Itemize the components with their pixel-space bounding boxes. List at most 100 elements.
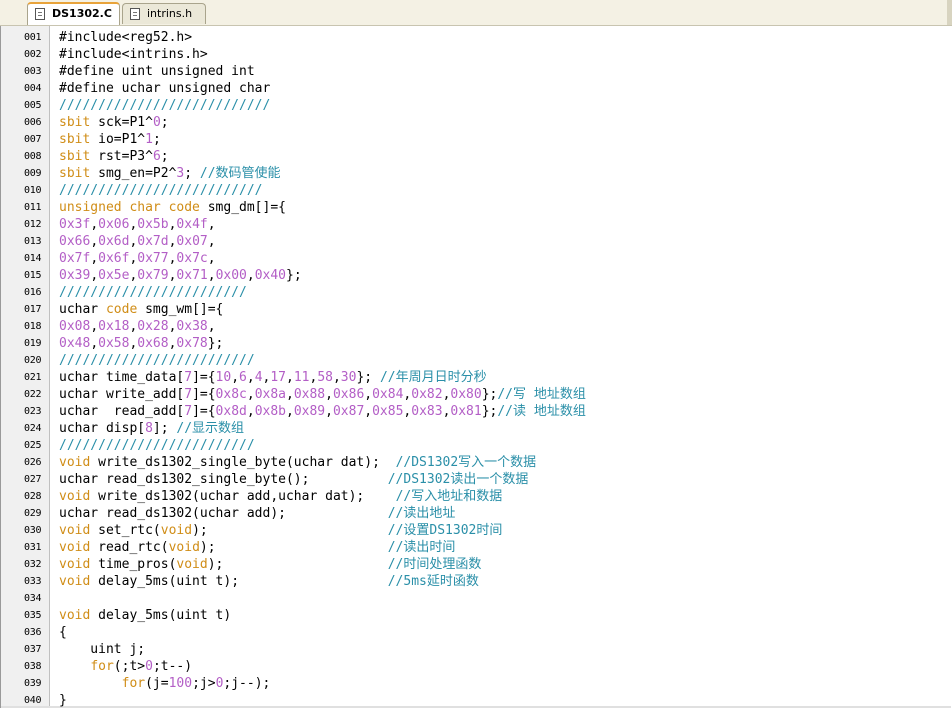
keyword-token: unsigned char code: [59, 200, 200, 215]
code-line[interactable]: 015 0x39,0x5e,0x79,0x71,0x00,0x40};: [1, 267, 951, 284]
code-text: #include<intrins.h>: [59, 46, 208, 63]
number-token: 0x39: [59, 268, 91, 283]
line-number: 022: [24, 389, 42, 400]
code-line[interactable]: 017 uchar code smg_wm[]={: [1, 301, 951, 318]
code-token: ;: [160, 115, 169, 130]
code-line[interactable]: 023 uchar read_add[7]={0x8d,0x8b,0x89,0x8…: [1, 403, 951, 420]
number-token: 0x68: [137, 336, 169, 351]
comment-token: /////////////////////////: [59, 438, 255, 453]
line-number: 019: [24, 338, 42, 349]
code-line[interactable]: 034: [1, 590, 951, 607]
number-token: 0x8a: [254, 387, 286, 402]
code-token: ,: [90, 251, 99, 266]
code-line[interactable]: 019 0x48,0x58,0x68,0x78};: [1, 335, 951, 352]
code-line[interactable]: 033 void delay_5ms(uint t); //5ms延时函数: [1, 573, 951, 590]
number-token: 0x80: [450, 387, 482, 402]
code-token: }: [59, 693, 67, 708]
line-number: 002: [24, 49, 42, 60]
code-line[interactable]: 027 uchar read_ds1302_single_byte(); //DS…: [1, 471, 951, 488]
code-line[interactable]: 029 uchar read_ds1302(uchar add); //读出地址: [1, 505, 951, 522]
keyword-token: void: [59, 557, 91, 572]
code-line[interactable]: 004 #define uchar unsigned char: [1, 80, 951, 97]
comment-token: //写 地址数组: [497, 387, 586, 402]
code-token: };: [481, 404, 498, 419]
code-line[interactable]: 025 /////////////////////////: [1, 437, 951, 454]
line-number: 001: [24, 32, 42, 43]
code-token: ;j--);: [223, 676, 271, 691]
code-line[interactable]: 026 void write_ds1302_single_byte(uchar d…: [1, 454, 951, 471]
tab-ds1302-c[interactable]: DS1302.C: [27, 2, 120, 25]
code-line[interactable]: 021 uchar time_data[7]={10,6,4,17,11,58,3…: [1, 369, 951, 386]
code-token: ;t--): [152, 659, 193, 674]
number-token: 0x84: [372, 387, 404, 402]
code-token: {: [59, 625, 67, 640]
number-token: 0x40: [254, 268, 287, 283]
tab-intrins-h[interactable]: intrins.h: [122, 3, 206, 24]
code-token: ,: [231, 370, 240, 385]
code-line[interactable]: 010 //////////////////////////: [1, 182, 951, 199]
code-line[interactable]: 022 uchar write_add[7]={0x8c,0x8a,0x88,0x…: [1, 386, 951, 403]
code-line[interactable]: 031 void read_rtc(void); //读出时间: [1, 539, 951, 556]
line-number: 037: [24, 644, 42, 655]
tab-label: DS1302.C: [52, 7, 112, 20]
code-line[interactable]: 005 ///////////////////////////: [1, 97, 951, 114]
code-line[interactable]: 006 sbit sck=P1^0;: [1, 114, 951, 131]
code-line[interactable]: 016 ////////////////////////: [1, 284, 951, 301]
code-line[interactable]: 028 void write_ds1302(uchar add,uchar dat…: [1, 488, 951, 505]
code-line[interactable]: 040}: [1, 692, 951, 709]
code-line[interactable]: 012 0x3f,0x06,0x5b,0x4f,: [1, 216, 951, 233]
code-line[interactable]: 008 sbit rst=P3^6;: [1, 148, 951, 165]
line-number: 012: [24, 219, 42, 230]
code-line[interactable]: 038 for(;t>0;t--): [1, 658, 951, 675]
code-line[interactable]: 007 sbit io=P1^1;: [1, 131, 951, 148]
code-editor[interactable]: 001 #include<reg52.h> 002 #include<intrins.…: [0, 26, 951, 708]
code-line[interactable]: 018 0x08,0x18,0x28,0x38,: [1, 318, 951, 335]
code-text: void set_rtc(void); //设置DS1302时间: [59, 522, 502, 539]
code-text: for(j=100;j>0;j--);: [59, 675, 271, 692]
code-token: write_ds1302_single_byte(uchar dat);: [90, 455, 396, 470]
line-number: 007: [24, 134, 42, 145]
code-text: /////////////////////////: [59, 437, 255, 454]
line-number: 029: [24, 508, 42, 519]
code-token: delay_5ms(uint t): [90, 608, 232, 623]
code-line[interactable]: 002 #include<intrins.h>: [1, 46, 951, 63]
code-line[interactable]: 001 #include<reg52.h>: [1, 29, 951, 46]
code-token: ;: [160, 149, 169, 164]
comment-token: //DS1302读出一个数据: [387, 472, 529, 487]
code-line[interactable]: 024 uchar disp[8]; //显示数组: [1, 420, 951, 437]
comment-token: //读 地址数组: [497, 404, 586, 419]
code-line[interactable]: 009 sbit smg_en=P2^3; //数码管使能: [1, 165, 951, 182]
code-text: uchar time_data[7]={10,6,4,17,11,58,30};…: [59, 369, 487, 386]
code-line[interactable]: 035 void delay_5ms(uint t): [1, 607, 951, 624]
number-token: 0x87: [332, 404, 365, 419]
code-line[interactable]: 014 0x7f,0x6f,0x77,0x7c,: [1, 250, 951, 267]
code-text: void delay_5ms(uint t): [59, 607, 231, 624]
line-number: 040: [24, 695, 42, 706]
keyword-token: sbit: [59, 115, 91, 130]
code-text: uchar read_ds1302_single_byte(); //DS130…: [59, 471, 528, 488]
code-line[interactable]: 039 for(j=100;j>0;j--);: [1, 675, 951, 692]
line-number: 015: [24, 270, 42, 281]
code-line[interactable]: 003 #define uint unsigned int: [1, 63, 951, 80]
code-line[interactable]: 030 void set_rtc(void); //设置DS1302时间: [1, 522, 951, 539]
tab-label: intrins.h: [147, 7, 193, 20]
number-token: 58: [317, 370, 333, 385]
number-token: 0x6f: [98, 251, 130, 266]
code-line[interactable]: 037 uint j;: [1, 641, 951, 658]
code-line[interactable]: 036 {: [1, 624, 951, 641]
number-token: 0x5b: [137, 217, 169, 232]
code-token: };: [207, 336, 224, 351]
code-line[interactable]: 013 0x66,0x6d,0x7d,0x07,: [1, 233, 951, 250]
code-token: ,: [286, 370, 294, 385]
code-line[interactable]: 032 void time_pros(void); //时间处理函数: [1, 556, 951, 573]
code-text: void write_ds1302_single_byte(uchar dat)…: [59, 454, 536, 471]
code-text: uchar code smg_wm[]={: [59, 301, 223, 318]
comment-token: //时间处理函数: [387, 557, 482, 572]
code-token: ,: [246, 387, 255, 402]
code-line[interactable]: 020 /////////////////////////: [1, 352, 951, 369]
number-token: 0x8d: [215, 404, 247, 419]
keyword-token: void: [59, 455, 91, 470]
keyword-token: sbit: [59, 149, 91, 164]
code-line[interactable]: 011 unsigned char code smg_dm[]={: [1, 199, 951, 216]
keyword-token: void: [160, 523, 193, 538]
